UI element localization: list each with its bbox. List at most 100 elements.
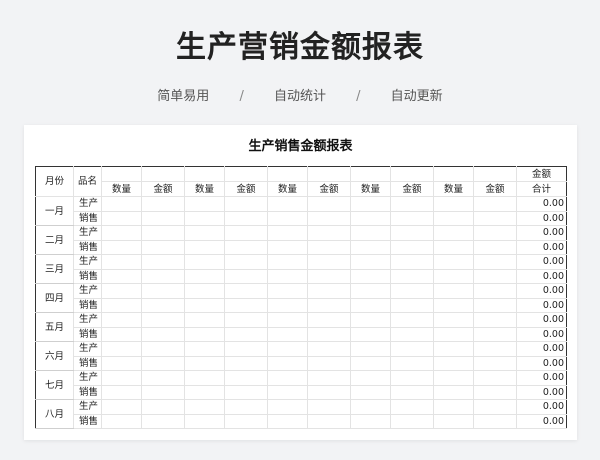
product-cell: 生产 bbox=[73, 312, 102, 328]
product-cell: 生产 bbox=[73, 254, 102, 270]
value-cell bbox=[307, 341, 351, 357]
value-cell bbox=[307, 370, 351, 386]
value-cell bbox=[307, 413, 351, 429]
value-cell bbox=[224, 312, 268, 328]
value-cell bbox=[267, 413, 308, 429]
product-cell: 生产 bbox=[73, 225, 102, 241]
total-cell: 0.00 bbox=[516, 283, 567, 299]
value-cell bbox=[307, 312, 351, 328]
value-cell bbox=[350, 239, 391, 255]
value-cell bbox=[307, 225, 351, 241]
total-cell: 0.00 bbox=[516, 312, 567, 328]
total-cell: 0.00 bbox=[516, 326, 567, 342]
value-cell bbox=[184, 268, 225, 284]
value-cell bbox=[101, 268, 142, 284]
value-cell bbox=[141, 268, 185, 284]
value-cell bbox=[267, 341, 308, 357]
value-cell bbox=[307, 239, 351, 255]
value-cell bbox=[307, 399, 351, 415]
value-cell bbox=[224, 225, 268, 241]
product-cell: 生产 bbox=[73, 399, 102, 415]
value-cell bbox=[224, 297, 268, 313]
value-cell bbox=[473, 341, 517, 357]
value-cell bbox=[101, 341, 142, 357]
value-cell bbox=[433, 210, 474, 226]
spreadsheet-preview: 生产销售金额报表 月份 品名 金额 数量 金额 数量 金额 数量 金额 数量 金额 数量 金额 合计 一月生… bbox=[24, 125, 577, 440]
value-cell bbox=[267, 210, 308, 226]
quantity-column-header: 数量 bbox=[184, 181, 225, 197]
value-cell bbox=[473, 268, 517, 284]
table-row: 一月 生产 0.00 bbox=[35, 196, 567, 226]
value-cell bbox=[184, 399, 225, 415]
value-cell bbox=[433, 312, 474, 328]
group-header-cell bbox=[224, 166, 268, 182]
value-cell bbox=[473, 210, 517, 226]
month-cell: 三月 bbox=[35, 254, 74, 284]
product-cell: 销售 bbox=[73, 268, 102, 284]
value-cell bbox=[473, 196, 517, 212]
amount-column-header: 金额 bbox=[224, 181, 268, 197]
value-cell bbox=[350, 225, 391, 241]
value-cell bbox=[267, 355, 308, 371]
value-cell bbox=[141, 384, 185, 400]
value-cell bbox=[224, 268, 268, 284]
value-cell bbox=[267, 384, 308, 400]
value-cell bbox=[184, 326, 225, 342]
value-cell bbox=[141, 196, 185, 212]
value-cell bbox=[390, 297, 434, 313]
value-cell bbox=[390, 384, 434, 400]
value-cell bbox=[473, 312, 517, 328]
value-cell bbox=[141, 341, 185, 357]
value-cell bbox=[101, 239, 142, 255]
value-cell bbox=[101, 399, 142, 415]
month-cell: 二月 bbox=[35, 225, 74, 255]
value-cell bbox=[224, 355, 268, 371]
table-row: 五月 生产 0.00 bbox=[35, 312, 567, 342]
amount-column-header: 金额 bbox=[390, 181, 434, 197]
total-cell: 0.00 bbox=[516, 413, 567, 429]
value-cell bbox=[390, 341, 434, 357]
quantity-column-header: 数量 bbox=[101, 181, 142, 197]
value-cell bbox=[224, 413, 268, 429]
table-row: 三月 生产 0.00 bbox=[35, 254, 567, 284]
value-cell bbox=[141, 297, 185, 313]
value-cell bbox=[141, 355, 185, 371]
value-cell bbox=[433, 384, 474, 400]
value-cell bbox=[141, 370, 185, 386]
value-cell bbox=[307, 283, 351, 299]
value-cell bbox=[101, 254, 142, 270]
value-cell bbox=[473, 225, 517, 241]
value-cell bbox=[101, 370, 142, 386]
value-cell bbox=[141, 225, 185, 241]
sheet-title: 生产销售金额报表 bbox=[248, 139, 353, 154]
page-title: 生产营销金额报表 bbox=[176, 30, 424, 65]
month-column-header: 月份 bbox=[35, 166, 74, 197]
value-cell bbox=[307, 384, 351, 400]
value-cell bbox=[307, 355, 351, 371]
value-cell bbox=[433, 225, 474, 241]
total-cell: 0.00 bbox=[516, 268, 567, 284]
value-cell bbox=[390, 210, 434, 226]
value-cell bbox=[390, 196, 434, 212]
product-cell: 销售 bbox=[73, 355, 102, 371]
value-cell bbox=[184, 312, 225, 328]
value-cell bbox=[307, 326, 351, 342]
value-cell bbox=[473, 254, 517, 270]
value-cell bbox=[473, 399, 517, 415]
tag-separator: / bbox=[356, 89, 361, 104]
value-cell bbox=[141, 399, 185, 415]
table-row: 销售 0.00 bbox=[36, 268, 567, 284]
amount-column-header: 金额 bbox=[307, 181, 351, 197]
value-cell bbox=[101, 355, 142, 371]
total-cell: 0.00 bbox=[516, 239, 567, 255]
total-cell: 0.00 bbox=[516, 399, 567, 415]
value-cell bbox=[267, 225, 308, 241]
month-cell: 六月 bbox=[35, 341, 74, 371]
value-cell bbox=[390, 268, 434, 284]
value-cell bbox=[473, 413, 517, 429]
value-cell bbox=[267, 326, 308, 342]
table-header-row: 月份 品名 金额 bbox=[35, 166, 567, 197]
value-cell bbox=[184, 341, 225, 357]
value-cell bbox=[473, 297, 517, 313]
value-cell bbox=[307, 268, 351, 284]
